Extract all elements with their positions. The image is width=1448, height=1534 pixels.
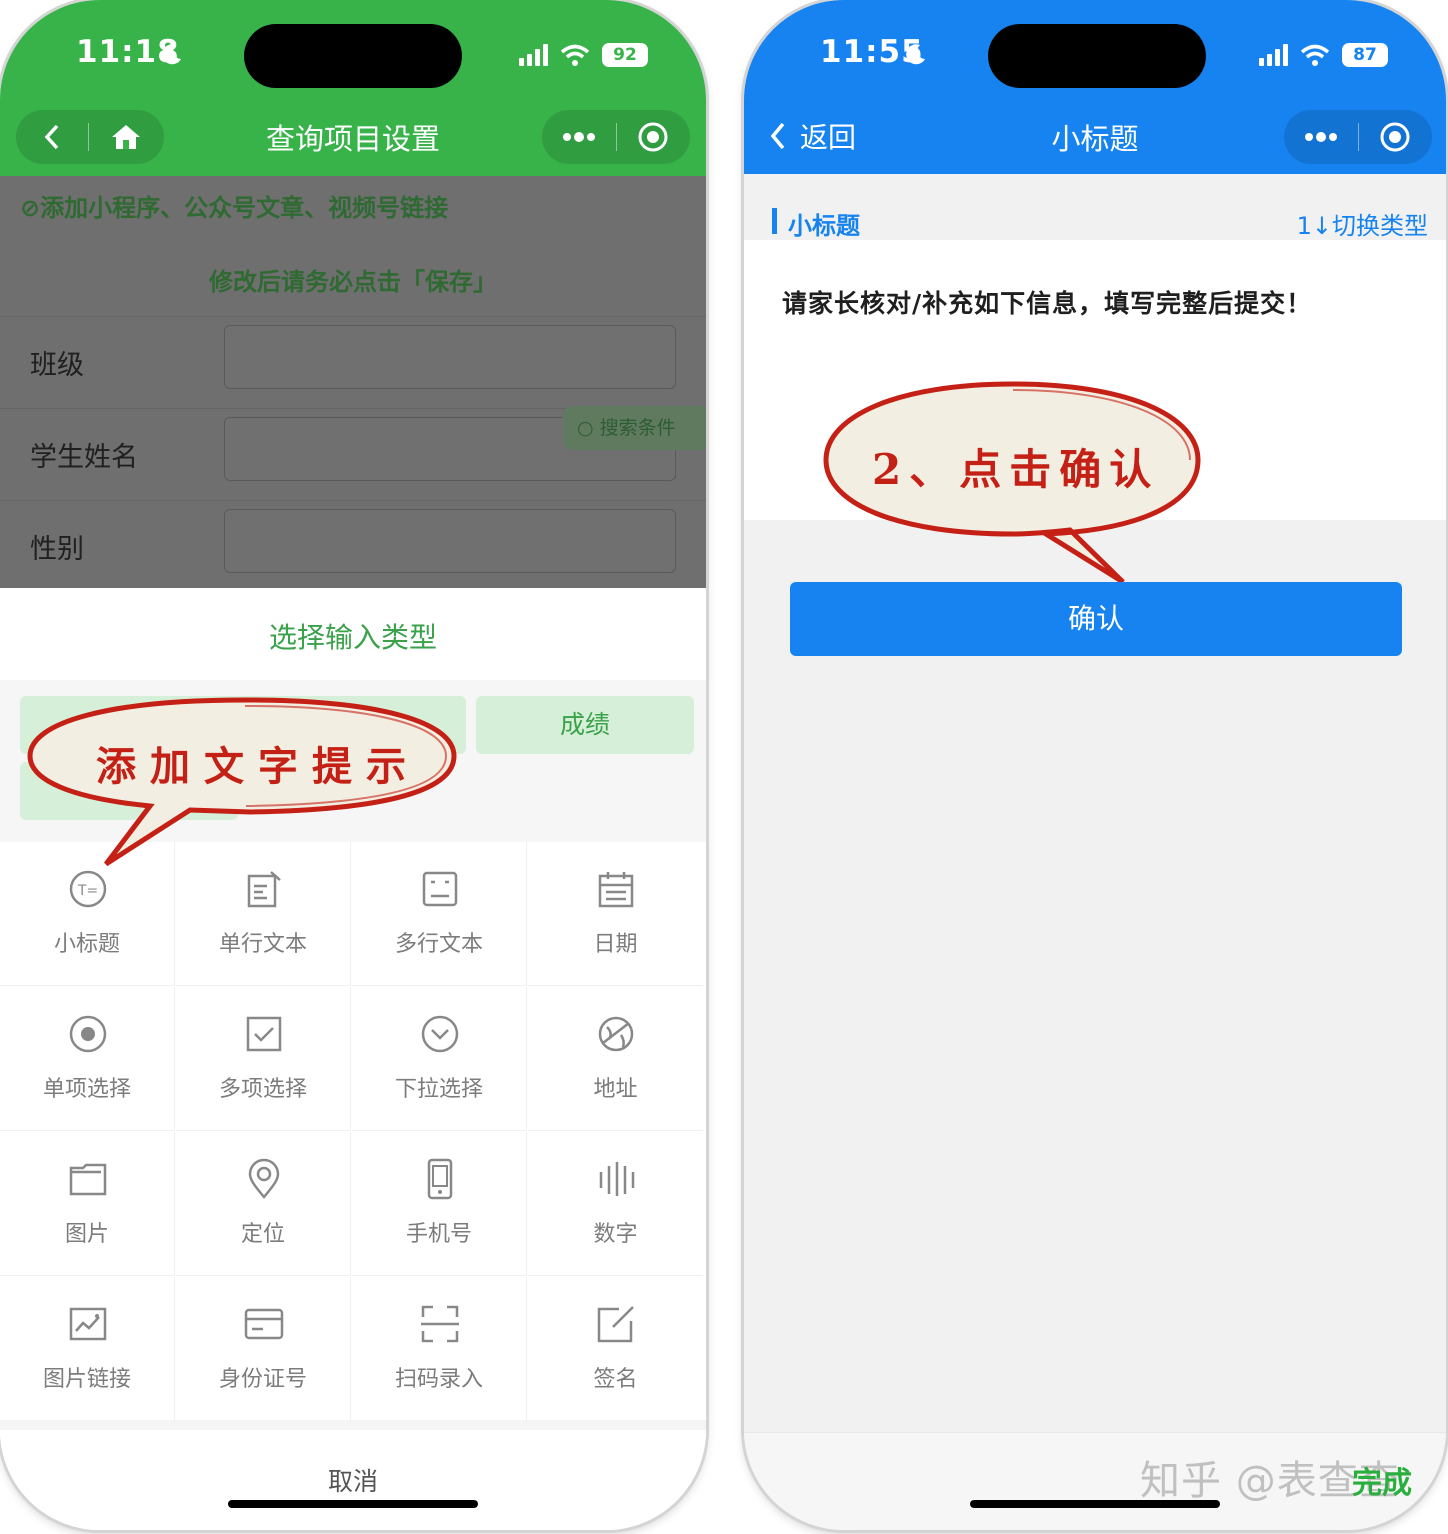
target-icon	[1380, 122, 1410, 152]
single-line-text-icon	[247, 871, 281, 908]
type-label: 数字	[593, 1222, 638, 1247]
checkbox-icon	[246, 1016, 282, 1052]
wifi-icon	[560, 44, 590, 66]
type-radio[interactable]: 单项选择	[0, 987, 175, 1131]
type-label: 小标题	[53, 932, 120, 957]
target-icon	[638, 122, 668, 152]
folder-image-icon	[69, 1163, 107, 1196]
moon-icon	[906, 44, 925, 65]
battery-icon: 92	[602, 43, 648, 67]
type-label: 身份证号	[218, 1367, 307, 1392]
confirm-button[interactable]: 确认	[790, 582, 1402, 656]
sheet-title: 选择输入类型	[268, 621, 437, 654]
section-title: 小标题	[788, 212, 860, 240]
image-link-icon	[69, 1307, 107, 1341]
search-chip-label: 搜索条件	[599, 417, 676, 439]
scan-icon	[421, 1305, 459, 1343]
type-label: 图片	[64, 1222, 109, 1247]
type-image[interactable]: 图片	[0, 1132, 175, 1276]
close-miniprogram-button[interactable]	[617, 110, 691, 164]
switch-type-button[interactable]: 1↓切换类型	[1297, 206, 1428, 241]
type-location[interactable]: 定位	[176, 1132, 351, 1276]
phone-icon	[427, 1158, 453, 1200]
class-input[interactable]	[224, 325, 676, 389]
type-label: 日期	[593, 932, 638, 957]
capsule-menu	[1284, 110, 1432, 164]
battery-icon: 87	[1342, 43, 1388, 67]
type-date[interactable]: 日期	[528, 842, 703, 986]
add-link-notice[interactable]: ⊘添加小程序、公众号文章、视频号链接	[20, 188, 448, 223]
right-phone-screen: 11:55 87 返回 小标题 小标题 1↓切换类型 请家长核对/补充如下信息，…	[744, 0, 1446, 1530]
more-button[interactable]	[1284, 110, 1358, 164]
status-icons: 87	[1259, 40, 1388, 70]
type-dropdown[interactable]: 下拉选择	[352, 987, 527, 1131]
subtitle-icon: T=	[69, 870, 107, 908]
more-button[interactable]	[542, 110, 616, 164]
dropdown-icon	[421, 1015, 459, 1053]
type-scan[interactable]: 扫码录入	[352, 1277, 527, 1421]
type-phone[interactable]: 手机号	[352, 1132, 527, 1276]
calendar-icon	[598, 872, 634, 908]
close-miniprogram-button[interactable]	[1359, 110, 1433, 164]
status-icons: 92	[519, 40, 648, 70]
wifi-icon	[1300, 44, 1330, 66]
type-number[interactable]: 数字	[528, 1132, 703, 1276]
type-label: 图片链接	[42, 1367, 131, 1392]
svg-text:T=: T=	[77, 883, 98, 899]
type-label: 扫码录入	[394, 1367, 483, 1392]
signature-icon	[597, 1306, 634, 1343]
form-row: 班级	[0, 316, 706, 408]
type-label: 手机号	[405, 1222, 472, 1247]
gender-input[interactable]	[224, 509, 676, 573]
search-icon: ○	[577, 417, 600, 439]
save-notice: 修改后请务必点击「保存」	[209, 268, 497, 296]
done-button[interactable]: 完成	[1352, 1458, 1412, 1502]
type-label: 地址	[593, 1077, 638, 1102]
type-label: 多行文本	[394, 932, 483, 957]
more-dots-icon	[562, 132, 595, 142]
type-checkbox[interactable]: 多项选择	[176, 987, 351, 1131]
section-accent	[772, 208, 777, 234]
capsule-menu	[542, 110, 690, 164]
preset-chip-score[interactable]: 成绩	[476, 696, 694, 754]
number-bars-icon	[599, 1162, 635, 1196]
annotation-text: 2、点击确认	[872, 445, 1160, 494]
id-card-icon	[244, 1308, 284, 1340]
status-bar: 11:55 87	[744, 0, 1446, 100]
globe-icon	[598, 1016, 634, 1052]
type-label: 定位	[240, 1222, 285, 1247]
type-signature[interactable]: 签名	[528, 1277, 703, 1421]
signal-icon	[1259, 44, 1288, 66]
location-pin-icon	[248, 1158, 280, 1199]
status-bar: 11:18 92	[0, 0, 706, 100]
multi-line-text-icon	[422, 871, 458, 907]
field-label: 性别	[30, 534, 84, 565]
type-image-link[interactable]: 图片链接	[0, 1277, 175, 1421]
search-conditions-button[interactable]: ○ 搜索条件	[563, 406, 706, 450]
cancel-label: 取消	[327, 1467, 378, 1496]
type-label: 签名	[593, 1367, 638, 1392]
form-row: 性别	[0, 500, 706, 592]
more-dots-icon	[1304, 132, 1337, 142]
type-label: 单项选择	[42, 1077, 131, 1102]
field-label: 班级	[30, 350, 84, 381]
left-phone-screen: 11:18 92 查询项目设置 ⊘添加小程序、公众号文章、视频号链接 修改后请务…	[0, 0, 706, 1530]
type-id-card[interactable]: 身份证号	[176, 1277, 351, 1421]
dynamic-island	[988, 24, 1206, 88]
type-address[interactable]: 地址	[528, 987, 703, 1131]
section-header: 小标题 1↓切换类型	[744, 174, 1446, 240]
type-label: 多项选择	[218, 1077, 307, 1102]
home-indicator	[228, 1500, 478, 1508]
moon-icon	[162, 44, 181, 65]
field-label: 学生姓名	[30, 442, 138, 473]
home-indicator	[970, 1500, 1220, 1508]
signal-icon	[519, 44, 548, 66]
type-label: 单行文本	[218, 932, 307, 957]
type-label: 下拉选择	[394, 1077, 483, 1102]
radio-icon	[69, 1015, 107, 1053]
subtitle-text[interactable]: 请家长核对/补充如下信息，填写完整后提交！	[782, 284, 1312, 320]
dynamic-island	[244, 24, 462, 88]
cancel-button[interactable]: 取消	[0, 1420, 706, 1530]
annotation-text: 添加文字提示	[96, 743, 420, 790]
